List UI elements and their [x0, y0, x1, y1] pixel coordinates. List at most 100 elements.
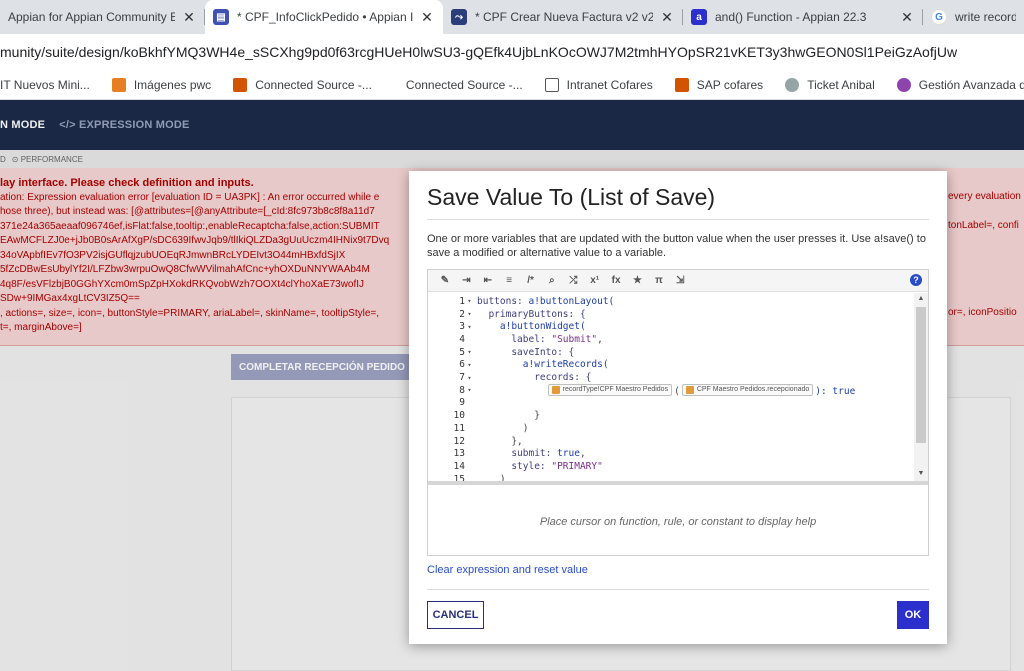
- bookmark-label: SAP cofares: [696, 77, 764, 92]
- browser-tab-1[interactable]: Appian for Appian Community Ec ✕: [0, 0, 205, 34]
- google-favicon-icon: G: [931, 9, 947, 25]
- code-line[interactable]: 3 ▾ a!buttonWidget(: [428, 320, 912, 333]
- line-number: 4: [459, 333, 465, 345]
- close-icon[interactable]: ✕: [659, 9, 675, 26]
- line-number: 9: [459, 397, 465, 409]
- outdent-icon[interactable]: ⇤: [479, 273, 497, 289]
- pi-icon[interactable]: π: [650, 273, 668, 289]
- browser-tab-5[interactable]: G write records: [923, 0, 1024, 34]
- code-line[interactable]: 8 ▾ recordType!CPF Maestro Pedidos(CPF Ma…: [428, 383, 912, 397]
- close-icon[interactable]: ✕: [419, 9, 435, 26]
- clear-expression-link[interactable]: Clear expression and reset value: [427, 564, 588, 576]
- fold-toggle-icon[interactable]: ▾: [465, 323, 474, 331]
- close-icon[interactable]: ✕: [181, 9, 197, 26]
- bookmark-1[interactable]: IT Nuevos Mini...: [0, 78, 90, 92]
- ok-button[interactable]: OK: [897, 601, 929, 629]
- scrollbar-thumb[interactable]: [916, 307, 926, 443]
- editor-scrollbar[interactable]: ▲ ▼: [914, 293, 928, 481]
- superscript-x-icon[interactable]: x¹: [586, 273, 604, 289]
- record-field-chip[interactable]: CPF Maestro Pedidos.recepcionado: [681, 383, 814, 396]
- close-icon[interactable]: ✕: [899, 9, 915, 26]
- code-line[interactable]: 13 submit: true,: [428, 447, 912, 460]
- line-number: 15: [453, 473, 465, 481]
- comment-icon[interactable]: /*: [522, 273, 540, 289]
- bookmark-6[interactable]: SAP cofares: [674, 77, 764, 92]
- shuffle-icon[interactable]: ⤮: [564, 273, 582, 289]
- save-value-dialog: Save Value To (List of Save) One or more…: [409, 171, 947, 644]
- record-field-icon: [685, 385, 694, 394]
- bookmark-3[interactable]: Connected Source -...: [233, 77, 372, 92]
- scroll-down-icon[interactable]: ▼: [914, 470, 928, 477]
- bookmark-favicon-icon: [233, 77, 248, 92]
- bookmark-label: Connected Source -...: [405, 77, 523, 92]
- bookmark-favicon-icon: [111, 77, 126, 92]
- star-icon[interactable]: ★: [629, 273, 647, 289]
- gear-icon: [896, 77, 911, 92]
- line-number: 10: [453, 410, 465, 422]
- editor-toolbar: ✎ ⇥ ⇤ ≡/* ⌕ ⤮ x¹ fx ★ π ⇲: [428, 270, 928, 292]
- tab-title: Appian for Appian Community Ec: [8, 10, 175, 24]
- tab-title: and() Function - Appian 22.3: [715, 10, 867, 24]
- record-type-chip[interactable]: recordType!CPF Maestro Pedidos: [547, 383, 673, 396]
- function-icon[interactable]: fx: [607, 273, 625, 289]
- function-help-placeholder: Place cursor on function, rule, or const…: [539, 516, 817, 528]
- code-line[interactable]: 5 ▾ saveInto: {: [428, 346, 912, 359]
- magic-wand-icon[interactable]: ✎: [436, 273, 454, 289]
- list-icon[interactable]: ≡: [500, 273, 518, 289]
- line-number: 5: [459, 346, 465, 358]
- scroll-up-icon[interactable]: ▲: [914, 295, 928, 302]
- code-line[interactable]: 7 ▾ records: {: [428, 371, 912, 384]
- export-icon[interactable]: ⇲: [671, 273, 689, 289]
- bookmark-7[interactable]: Ticket Anibal: [785, 77, 875, 92]
- bookmark-favicon-icon: [785, 77, 800, 92]
- bookmark-4[interactable]: Connected Source -...: [406, 78, 523, 92]
- code-line[interactable]: 6 ▾ a!writeRecords(: [428, 359, 912, 372]
- address-bar[interactable]: munity/suite/design/koBkhfYMQ3WH4e_sSCXh…: [0, 34, 1024, 70]
- browser-tab-4[interactable]: a and() Function - Appian 22.3 ✕: [683, 0, 923, 34]
- code-line[interactable]: 1 ▾ buttons: a!buttonLayout(: [428, 295, 912, 308]
- indent-icon[interactable]: ⇥: [457, 273, 475, 289]
- line-number: 14: [453, 460, 465, 472]
- fold-toggle-icon[interactable]: ▾: [465, 361, 474, 369]
- expression-editor[interactable]: ✎ ⇥ ⇤ ≡/* ⌕ ⤮ x¹ fx ★ π ⇲ ? 1 ▾ buttons: a!buttonLay…: [427, 269, 929, 556]
- bookmark-5[interactable]: Intranet Cofares: [544, 77, 653, 92]
- code-line[interactable]: 2 ▾ primaryButtons: {: [428, 308, 912, 321]
- fold-toggle-icon[interactable]: ▾: [465, 386, 474, 394]
- line-number: 6: [459, 359, 465, 371]
- fold-toggle-icon[interactable]: ▾: [465, 348, 474, 356]
- search-icon[interactable]: ⌕: [543, 273, 561, 289]
- code-area[interactable]: 1 ▾ buttons: a!buttonLayout(2 ▾ primaryButt…: [428, 293, 912, 481]
- bookmark-favicon-icon: [674, 77, 689, 92]
- bookmark-8[interactable]: Gestión Avanzada d...: [896, 77, 1024, 92]
- fold-toggle-icon[interactable]: ▾: [465, 310, 474, 318]
- appian-docs-favicon-icon: a: [691, 9, 707, 25]
- browser-tab-2-active[interactable]: ▤ * CPF_InfoClickPedido • Appian In ✕: [205, 0, 443, 34]
- tab-title: * CPF_InfoClickPedido • Appian In: [237, 10, 413, 24]
- code-line[interactable]: 4 label: "Submit",: [428, 333, 912, 346]
- line-number: 12: [453, 435, 465, 447]
- dialog-description: One or more variables that are updated w…: [427, 233, 926, 259]
- code-line[interactable]: 10 }: [428, 409, 912, 422]
- code-line[interactable]: 15 ): [428, 473, 912, 481]
- fold-toggle-icon[interactable]: ▾: [465, 374, 474, 382]
- code-line[interactable]: 11 ): [428, 422, 912, 435]
- browser-tab-3[interactable]: ⤳ * CPF Crear Nueva Factura v2 v2( ✕: [443, 0, 683, 34]
- browser-tab-strip: Appian for Appian Community Ec ✕ ▤ * CPF…: [0, 0, 1024, 34]
- bookmarks-bar: IT Nuevos Mini... Imágenes pwc Connected…: [0, 70, 1024, 100]
- dialog-title: Save Value To (List of Save): [427, 184, 716, 210]
- tab-title: * CPF Crear Nueva Factura v2 v2(: [475, 10, 653, 24]
- appian-interface-favicon-icon: ▤: [213, 9, 229, 25]
- code-line[interactable]: 12 },: [428, 435, 912, 448]
- bookmark-label: Connected Source -...: [255, 77, 372, 92]
- editor-resize-handle[interactable]: [428, 481, 928, 485]
- code-line[interactable]: 9: [428, 397, 912, 410]
- fold-toggle-icon[interactable]: ▾: [465, 297, 474, 305]
- url-text[interactable]: munity/suite/design/koBkhfYMQ3WH4e_sSCXh…: [0, 44, 957, 60]
- line-number: 1: [459, 295, 465, 307]
- cancel-button[interactable]: CANCEL: [427, 601, 484, 629]
- code-line[interactable]: 14 style: "PRIMARY": [428, 460, 912, 473]
- document-icon: [544, 77, 559, 92]
- bookmark-2[interactable]: Imágenes pwc: [111, 77, 211, 92]
- line-number: 11: [453, 422, 465, 434]
- help-icon[interactable]: ?: [910, 274, 922, 286]
